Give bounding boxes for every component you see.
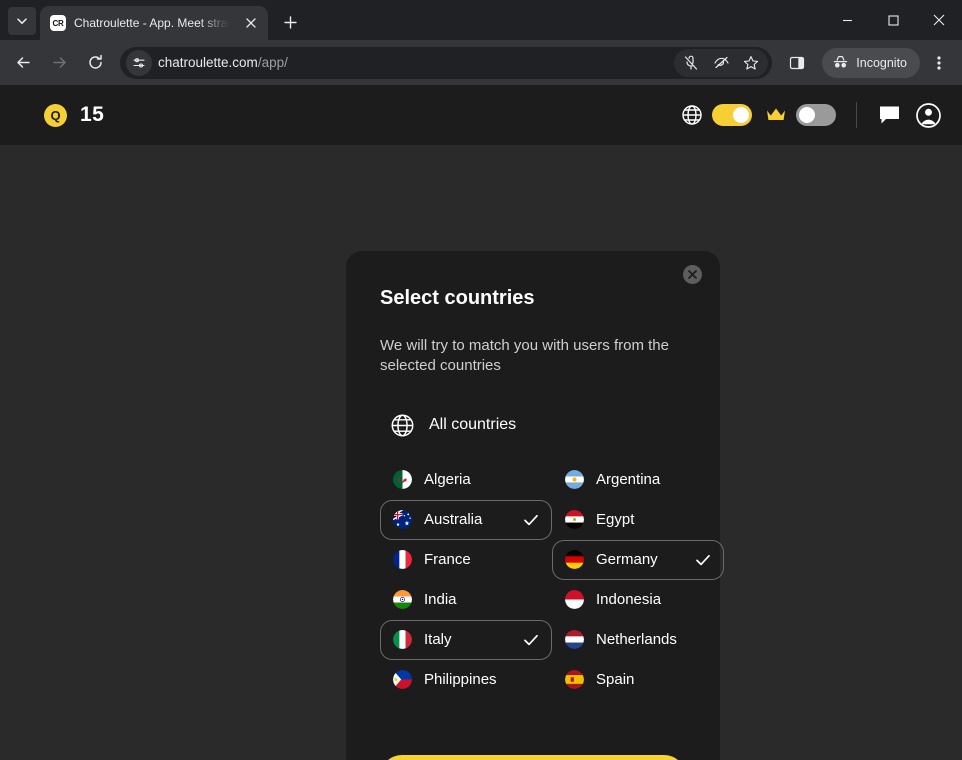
maximize-icon[interactable]: [870, 0, 916, 40]
country-option-australia[interactable]: Australia: [380, 499, 552, 540]
premium-control[interactable]: [765, 104, 836, 126]
side-panel-icon[interactable]: [780, 46, 814, 80]
check-icon: [524, 634, 538, 645]
france-flag-icon: [393, 550, 412, 569]
header-divider: [856, 102, 857, 128]
header-controls: [681, 102, 942, 129]
country-filter-control[interactable]: [681, 104, 752, 126]
incognito-label: Incognito: [856, 55, 907, 70]
country-option-egypt[interactable]: Egypt: [552, 500, 724, 540]
close-icon: [688, 270, 697, 279]
premium-toggle[interactable]: [796, 104, 836, 126]
minimize-icon[interactable]: [824, 0, 870, 40]
all-countries-label: All countries: [429, 416, 517, 433]
coin-balance[interactable]: Q 15: [44, 103, 104, 127]
check-icon: [696, 554, 710, 565]
omnibox-actions: [674, 48, 769, 77]
modal-title: Select countries: [380, 287, 535, 309]
tab-strip: CR Chatroulette - App. Meet strang: [0, 0, 962, 40]
address-bar[interactable]: chatroulette.com/app/: [120, 46, 773, 79]
country-name: Philippines: [424, 671, 497, 688]
browser-window: CR Chatroulette - App. Meet strang chatr…: [0, 0, 962, 760]
country-name: Italy: [424, 631, 452, 648]
new-tab-button[interactable]: [276, 8, 304, 36]
crown-icon: [767, 108, 785, 120]
egypt-flag-icon: [565, 510, 584, 529]
country-name: France: [424, 551, 471, 568]
country-filter-toggle[interactable]: [712, 104, 752, 126]
window-controls: [824, 0, 962, 40]
algeria-flag-icon: [393, 470, 412, 489]
browser-toolbar: chatroulette.com/app/ Incognito: [0, 40, 962, 85]
country-name: Spain: [596, 671, 635, 688]
app-header: Q 15: [0, 85, 962, 145]
india-flag-icon: [393, 590, 412, 609]
reload-icon[interactable]: [78, 46, 112, 80]
country-name: Indonesia: [596, 591, 662, 608]
chat-icon[interactable]: [877, 103, 902, 128]
netherlands-flag-icon: [565, 630, 584, 649]
browser-tab[interactable]: CR Chatroulette - App. Meet strang: [40, 6, 268, 40]
country-name: Egypt: [596, 511, 635, 528]
select-countries-modal: Select countries We will try to match yo…: [346, 251, 724, 760]
country-option-spain[interactable]: Spain: [552, 660, 724, 700]
country-name: Algeria: [424, 471, 471, 488]
country-option-netherlands[interactable]: Netherlands: [552, 620, 724, 660]
country-name: Argentina: [596, 471, 661, 488]
spain-flag-icon: [565, 670, 584, 689]
url-text: chatroulette.com/app/: [158, 55, 668, 70]
germany-flag-icon: [565, 550, 584, 569]
country-name: India: [424, 591, 457, 608]
window-close-icon[interactable]: [916, 0, 962, 40]
close-icon[interactable]: [242, 14, 260, 32]
country-option-argentina[interactable]: Argentina: [552, 460, 724, 500]
country-option-indonesia[interactable]: Indonesia: [552, 580, 724, 620]
coin-icon: Q: [44, 103, 67, 127]
incognito-icon: [834, 56, 848, 68]
mic-off-icon[interactable]: [676, 49, 706, 77]
argentina-flag-icon: [565, 470, 584, 489]
toggle-knob: [733, 107, 749, 123]
country-option-philippines[interactable]: Philippines: [380, 660, 552, 700]
australia-flag-icon: [393, 510, 412, 529]
all-countries-option[interactable]: All countries: [380, 413, 686, 438]
tab-search-button[interactable]: [8, 7, 36, 35]
browser-menu-icon[interactable]: [922, 46, 956, 80]
country-name: Australia: [424, 511, 483, 528]
back-icon[interactable]: [6, 46, 40, 80]
incognito-badge[interactable]: Incognito: [822, 47, 920, 78]
country-option-algeria[interactable]: Algeria: [380, 460, 552, 500]
bookmark-star-icon[interactable]: [736, 49, 766, 77]
globe-icon: [682, 105, 702, 125]
country-name: Germany: [596, 551, 658, 568]
url-path: /app/: [257, 55, 288, 70]
modal-subtitle: We will try to match you with users from…: [380, 337, 669, 375]
eye-off-icon[interactable]: [706, 49, 736, 77]
country-option-germany[interactable]: Germany: [552, 539, 724, 580]
country-grid: Algeria Argentina Australia Egypt France Germ…: [380, 460, 724, 700]
globe-icon: [391, 414, 414, 436]
page-content: Q 15 Select countries We will try to mat…: [0, 85, 962, 760]
account-icon[interactable]: [915, 102, 942, 129]
italy-flag-icon: [393, 630, 412, 649]
country-option-france[interactable]: France: [380, 540, 552, 580]
site-settings-icon[interactable]: [126, 49, 152, 76]
chatroulette-favicon: CR: [50, 15, 66, 31]
tab-title: Chatroulette - App. Meet strang: [74, 16, 234, 30]
country-option-italy[interactable]: Italy: [380, 619, 552, 660]
coin-count: 15: [80, 103, 105, 126]
apply-button[interactable]: Apply: [380, 755, 686, 760]
toggle-knob: [799, 107, 815, 123]
url-host: chatroulette.com: [158, 55, 258, 70]
check-icon: [524, 514, 538, 525]
indonesia-flag-icon: [565, 590, 584, 609]
remote-video-panel[interactable]: Romania I love #books: [0, 145, 354, 760]
modal-close-button[interactable]: [683, 265, 702, 284]
philippines-flag-icon: [393, 670, 412, 689]
country-name: Netherlands: [596, 631, 677, 648]
forward-icon: [42, 46, 76, 80]
country-option-india[interactable]: India: [380, 580, 552, 620]
